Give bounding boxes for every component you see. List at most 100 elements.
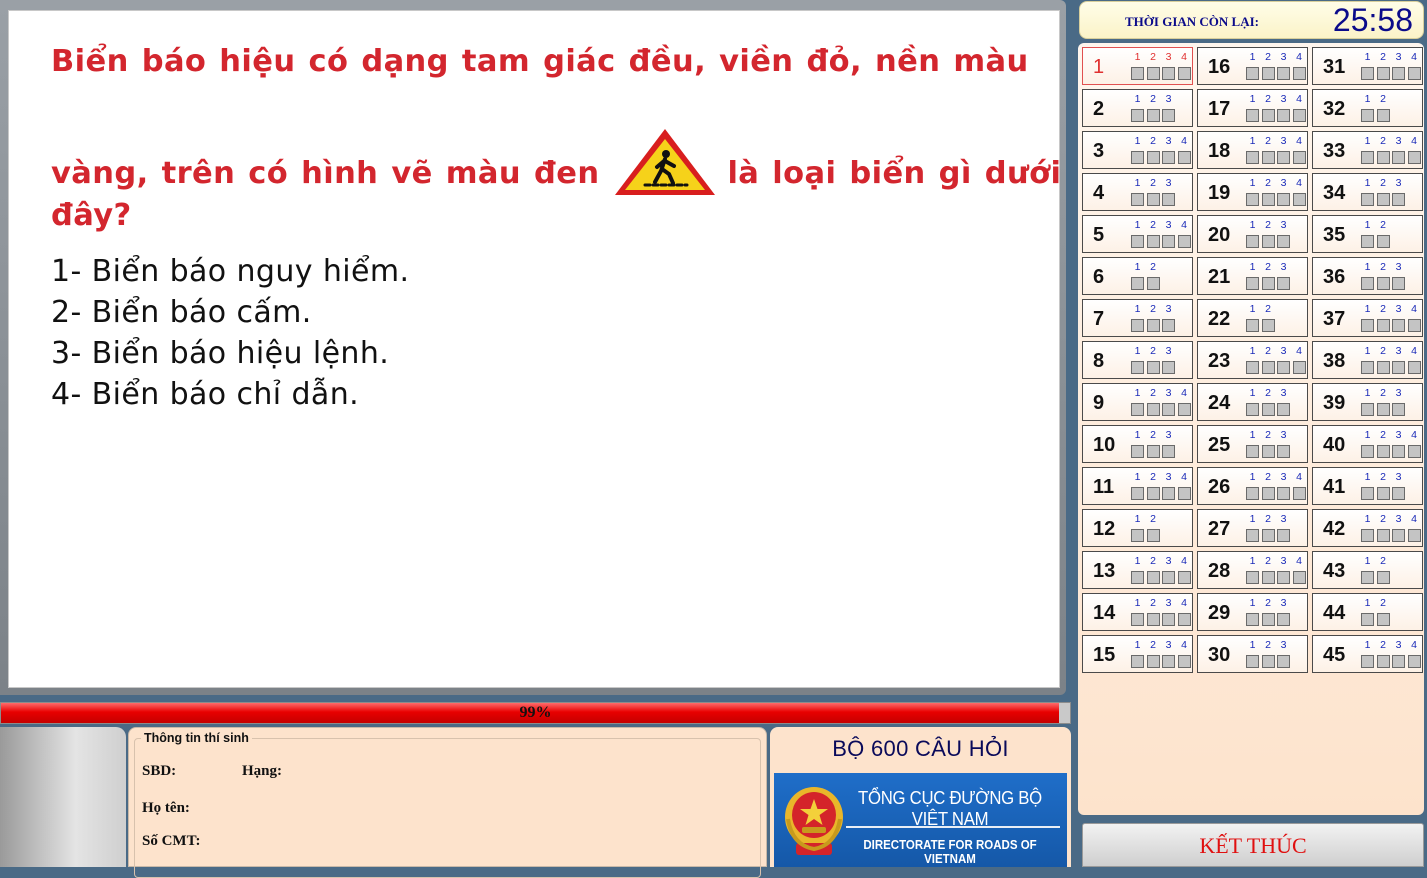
answer-checkbox[interactable] (1131, 613, 1144, 626)
answer-checkbox[interactable] (1392, 361, 1405, 374)
finish-button[interactable]: KẾT THÚC (1082, 823, 1424, 867)
question-nav-item-31[interactable]: 31 1 2 3 4 (1312, 47, 1423, 85)
answer-checkbox[interactable] (1392, 277, 1405, 290)
answer-checkbox[interactable] (1392, 445, 1405, 458)
answer-checkbox[interactable] (1361, 277, 1374, 290)
answer-checkbox[interactable] (1261, 277, 1275, 290)
answer-checkbox[interactable] (1261, 655, 1275, 668)
answer-checkbox[interactable] (1131, 361, 1144, 374)
answer-checkbox[interactable] (1261, 151, 1275, 164)
question-nav-item-10[interactable]: 10 1 2 3 (1082, 425, 1193, 463)
answer-checkbox[interactable] (1376, 193, 1390, 206)
question-nav-item-45[interactable]: 45 1 2 3 4 (1312, 635, 1423, 673)
answer-option-1[interactable]: 1- Biển báo nguy hiểm. (51, 251, 409, 292)
answer-checkbox[interactable] (1146, 193, 1160, 206)
answer-checkbox[interactable] (1292, 193, 1306, 206)
answer-checkbox[interactable] (1407, 445, 1421, 458)
answer-checkbox[interactable] (1392, 655, 1405, 668)
question-nav-item-4[interactable]: 4 123 (1082, 173, 1193, 211)
question-nav-item-25[interactable]: 25 1 2 3 (1197, 425, 1308, 463)
answer-checkbox[interactable] (1292, 487, 1306, 500)
answer-checkbox[interactable] (1131, 151, 1144, 164)
answer-checkbox[interactable] (1246, 67, 1259, 80)
answer-checkbox[interactable] (1131, 403, 1144, 416)
question-nav-item-11[interactable]: 11 1 2 3 4 (1082, 467, 1193, 505)
answer-checkbox[interactable] (1392, 529, 1405, 542)
question-nav-item-19[interactable]: 19 1 2 3 4 (1197, 173, 1308, 211)
question-nav-item-44[interactable]: 44 1 2 (1312, 593, 1423, 631)
answer-checkbox[interactable] (1277, 67, 1290, 80)
answer-checkbox[interactable] (1392, 487, 1405, 500)
answer-checkbox[interactable] (1246, 613, 1259, 626)
answer-checkbox[interactable] (1277, 277, 1290, 290)
answer-checkbox[interactable] (1376, 487, 1390, 500)
question-nav-item-36[interactable]: 36 1 2 3 (1312, 257, 1423, 295)
answer-checkbox[interactable] (1261, 529, 1275, 542)
answer-checkbox[interactable] (1162, 487, 1175, 500)
answer-checkbox[interactable] (1261, 235, 1275, 248)
answer-checkbox[interactable] (1376, 151, 1390, 164)
answer-checkbox[interactable] (1361, 655, 1374, 668)
answer-checkbox[interactable] (1131, 655, 1144, 668)
answer-checkbox[interactable] (1162, 109, 1175, 122)
question-nav-item-39[interactable]: 39 1 2 3 (1312, 383, 1423, 421)
answer-checkbox[interactable] (1361, 571, 1374, 584)
answer-checkbox[interactable] (1146, 361, 1160, 374)
question-nav-item-43[interactable]: 43 1 2 (1312, 551, 1423, 589)
answer-checkbox[interactable] (1131, 571, 1144, 584)
answer-checkbox[interactable] (1162, 151, 1175, 164)
answer-checkbox[interactable] (1292, 361, 1306, 374)
question-nav-item-30[interactable]: 30 1 2 3 (1197, 635, 1308, 673)
answer-checkbox[interactable] (1376, 67, 1390, 80)
answer-checkbox[interactable] (1277, 655, 1290, 668)
answer-checkbox[interactable] (1146, 529, 1160, 542)
answer-checkbox[interactable] (1246, 529, 1259, 542)
answer-checkbox[interactable] (1292, 109, 1306, 122)
answer-checkbox[interactable] (1246, 361, 1259, 374)
answer-checkbox[interactable] (1146, 655, 1160, 668)
answer-checkbox[interactable] (1407, 319, 1421, 332)
answer-checkbox[interactable] (1177, 151, 1191, 164)
question-nav-item-38[interactable]: 38 1 2 3 4 (1312, 341, 1423, 379)
answer-checkbox[interactable] (1392, 403, 1405, 416)
question-nav-item-12[interactable]: 12 1 2 (1082, 509, 1193, 547)
answer-checkbox[interactable] (1131, 319, 1144, 332)
answer-checkbox[interactable] (1246, 235, 1259, 248)
answer-checkbox[interactable] (1261, 67, 1275, 80)
answer-checkbox[interactable] (1376, 613, 1390, 626)
answer-checkbox[interactable] (1277, 403, 1290, 416)
answer-checkbox[interactable] (1146, 67, 1160, 80)
question-nav-item-9[interactable]: 9 1234 (1082, 383, 1193, 421)
answer-checkbox[interactable] (1177, 571, 1191, 584)
question-nav-item-6[interactable]: 6 12 (1082, 257, 1193, 295)
question-nav-item-27[interactable]: 27 1 2 3 (1197, 509, 1308, 547)
answer-checkbox[interactable] (1246, 655, 1259, 668)
answer-checkbox[interactable] (1131, 235, 1144, 248)
question-nav-item-33[interactable]: 33 1 2 3 4 (1312, 131, 1423, 169)
answer-checkbox[interactable] (1177, 67, 1191, 80)
question-nav-item-17[interactable]: 17 1 2 3 4 (1197, 89, 1308, 127)
question-nav-item-34[interactable]: 34 1 2 3 (1312, 173, 1423, 211)
answer-checkbox[interactable] (1392, 151, 1405, 164)
question-nav-item-8[interactable]: 8 123 (1082, 341, 1193, 379)
answer-checkbox[interactable] (1361, 193, 1374, 206)
answer-checkbox[interactable] (1131, 487, 1144, 500)
question-nav-item-5[interactable]: 5 1234 (1082, 215, 1193, 253)
answer-checkbox[interactable] (1277, 235, 1290, 248)
answer-checkbox[interactable] (1261, 109, 1275, 122)
question-nav-item-37[interactable]: 37 1 2 3 4 (1312, 299, 1423, 337)
answer-checkbox[interactable] (1177, 235, 1191, 248)
answer-checkbox[interactable] (1261, 193, 1275, 206)
answer-checkbox[interactable] (1407, 361, 1421, 374)
answer-checkbox[interactable] (1407, 655, 1421, 668)
answer-checkbox[interactable] (1246, 193, 1259, 206)
answer-checkbox[interactable] (1146, 235, 1160, 248)
answer-checkbox[interactable] (1361, 151, 1374, 164)
answer-checkbox[interactable] (1361, 403, 1374, 416)
question-nav-item-1[interactable]: 11234 (1082, 47, 1193, 85)
answer-checkbox[interactable] (1246, 403, 1259, 416)
answer-checkbox[interactable] (1376, 655, 1390, 668)
answer-checkbox[interactable] (1392, 67, 1405, 80)
answer-checkbox[interactable] (1261, 571, 1275, 584)
question-nav-item-7[interactable]: 7 123 (1082, 299, 1193, 337)
